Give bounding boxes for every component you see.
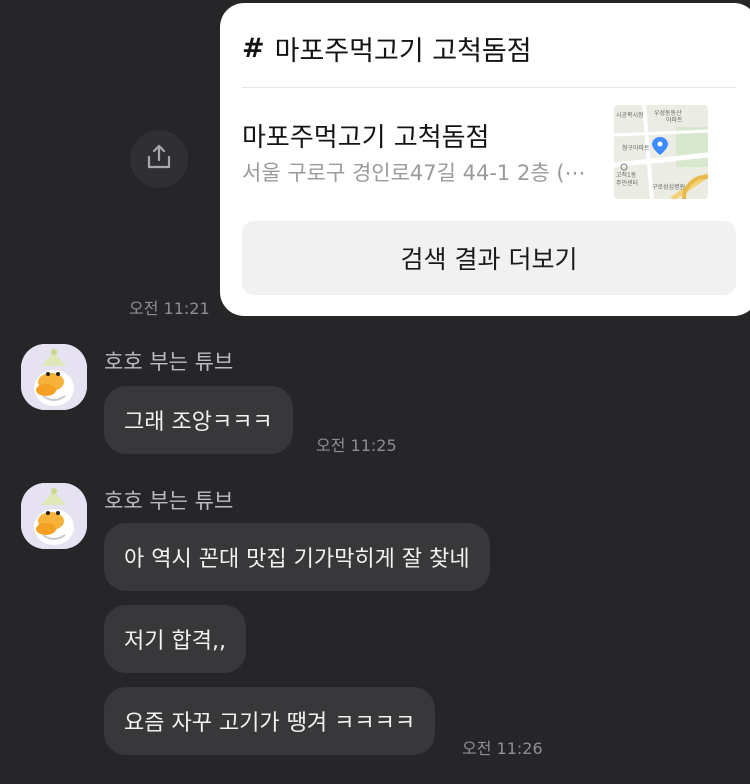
- svg-text:구로성심병원: 구로성심병원: [652, 183, 685, 191]
- map-thumbnail[interactable]: 시공목시장 우성동동산 아파트 청구아파트 고척1동 주민센터 구로성심병원: [614, 105, 708, 199]
- svg-text:주민센터: 주민센터: [616, 179, 638, 187]
- svg-text:고척1동: 고척1동: [616, 171, 637, 179]
- share-button[interactable]: [130, 130, 188, 188]
- svg-text:우성동동산: 우성동동산: [654, 109, 682, 117]
- message-bubble[interactable]: 그래 조앙ㅋㅋㅋ: [104, 386, 293, 454]
- svg-text:아파트: 아파트: [666, 116, 683, 124]
- avatar[interactable]: [21, 344, 87, 410]
- message-timestamp: 오전 11:25: [316, 436, 397, 455]
- share-icon: [145, 143, 173, 175]
- place-name[interactable]: 마포주먹고기 고척돔점: [242, 117, 489, 154]
- message-bubble[interactable]: 아 역시 꼰대 맛집 기가막히게 잘 찾네: [104, 523, 490, 591]
- avatar[interactable]: [21, 483, 87, 549]
- hashtag-icon: #: [242, 33, 265, 64]
- card-title: # 마포주먹고기 고척돔점: [242, 29, 532, 68]
- card-title-text: 마포주먹고기 고척돔점: [274, 36, 532, 67]
- more-results-button[interactable]: 검색 결과 더보기: [242, 221, 736, 295]
- sender-name: 호호 부는 튜브: [104, 489, 234, 513]
- sender-name: 호호 부는 튜브: [104, 350, 234, 374]
- svg-text:청구아파트: 청구아파트: [622, 144, 650, 152]
- place-address: 서울 구로구 경인로47길 44-1 2층 (⋯: [242, 161, 586, 185]
- place-search-card: # 마포주먹고기 고척돔점 마포주먹고기 고척돔점 서울 구로구 경인로47길 …: [220, 3, 750, 316]
- message-timestamp: 오전 11:26: [462, 739, 543, 758]
- message-bubble[interactable]: 저기 합격,,: [104, 605, 246, 673]
- svg-text:시공목시장: 시공목시장: [616, 111, 644, 119]
- share-timestamp: 오전 11:21: [129, 299, 210, 318]
- message-bubble[interactable]: 요즘 자꾸 고기가 땡겨 ㅋㅋㅋㅋ: [104, 687, 436, 755]
- card-divider: [242, 87, 736, 88]
